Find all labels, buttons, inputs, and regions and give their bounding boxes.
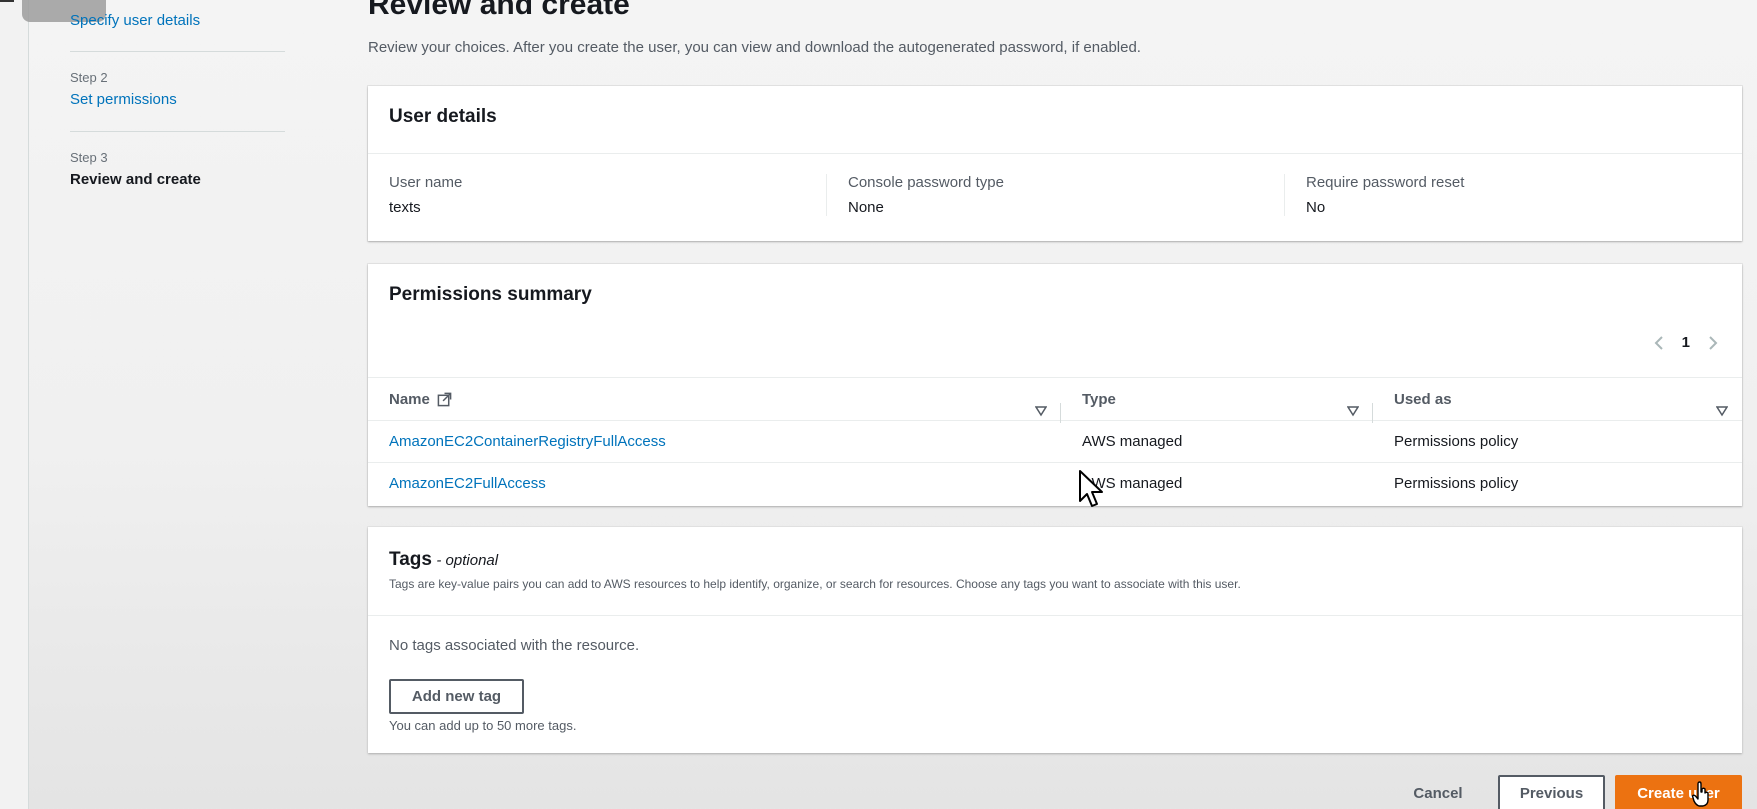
sort-down-icon[interactable] <box>1347 405 1359 417</box>
field-label: Console password type <box>848 174 1004 191</box>
tags-description: Tags are key-value pairs you can add to … <box>389 577 1241 591</box>
tags-header: Tags - optional Tags are key-value pairs… <box>368 527 1742 616</box>
field-label: User name <box>389 174 463 191</box>
tags-empty-message: No tags associated with the resource. <box>389 637 640 654</box>
step-link-specify-user-details[interactable]: Specify user details <box>70 0 285 29</box>
column-header-label: Name <box>389 390 430 408</box>
previous-button[interactable]: Previous <box>1498 775 1605 809</box>
field-console-password-type: Console password type None <box>826 174 1284 216</box>
cancel-button[interactable]: Cancel <box>1388 776 1488 809</box>
sort-down-icon[interactable] <box>1716 405 1728 417</box>
policy-used-as: Permissions policy <box>1394 433 1519 450</box>
mouse-cursor-arrow-icon <box>1079 470 1103 507</box>
external-link-icon <box>437 392 452 406</box>
tags-limit-hint: You can add up to 50 more tags. <box>389 718 577 733</box>
field-user-name: User name texts <box>368 174 826 216</box>
menu-icon[interactable] <box>0 0 14 6</box>
left-rail <box>0 0 29 809</box>
step-2: Step 2 Set permissions <box>70 52 285 132</box>
field-value: No <box>1306 199 1326 216</box>
table-row: AmazonEC2ContainerRegistryFullAccess AWS… <box>368 420 1742 462</box>
page-title: Review and create <box>368 0 630 21</box>
field-value: None <box>848 199 884 216</box>
field-label: Require password reset <box>1306 174 1465 191</box>
chevron-right-icon[interactable] <box>1704 335 1720 351</box>
permissions-summary-header: Permissions summary <box>389 284 592 305</box>
column-header-type[interactable]: Type <box>1061 390 1373 423</box>
step-1: Specify user details <box>70 0 285 52</box>
add-new-tag-button[interactable]: Add new tag <box>389 679 524 714</box>
user-details-fields: User name texts Console password type No… <box>368 154 1742 216</box>
tags-optional-label: - optional <box>436 552 499 569</box>
step-label: Step 3 <box>70 150 108 165</box>
mouse-cursor-hand-icon <box>1691 781 1709 807</box>
column-header-label: Used as <box>1394 390 1452 408</box>
table-row: AmazonEC2FullAccess AWS managed Permissi… <box>368 462 1742 504</box>
user-details-header: User details <box>368 86 1742 154</box>
user-details-card: User details User name texts Console pas… <box>368 86 1742 241</box>
step-current-review-and-create: Review and create <box>70 171 201 188</box>
step-label: Step 2 <box>70 70 108 85</box>
tags-card: Tags - optional Tags are key-value pairs… <box>368 527 1742 753</box>
table-header-row: Name Type Used as <box>368 377 1742 423</box>
page-description: Review your choices. After you create th… <box>368 39 1141 56</box>
chevron-left-icon[interactable] <box>1652 335 1668 351</box>
policy-link[interactable]: AmazonEC2FullAccess <box>389 475 546 492</box>
create-user-button[interactable]: Create user <box>1615 775 1742 809</box>
permissions-table: Name Type Used as AmazonEC2ContainerRegi… <box>368 377 1742 504</box>
column-header-label: Type <box>1082 390 1116 408</box>
sort-down-icon[interactable] <box>1035 405 1047 417</box>
wizard-footer: Cancel Previous Create user <box>1388 775 1742 809</box>
policy-link[interactable]: AmazonEC2ContainerRegistryFullAccess <box>389 433 666 450</box>
column-header-used-as[interactable]: Used as <box>1373 390 1742 416</box>
policy-used-as: Permissions policy <box>1394 475 1519 492</box>
pagination: 1 <box>1652 334 1720 351</box>
permissions-summary-card: Permissions summary 1 Name Type Used as … <box>368 264 1742 506</box>
field-value: texts <box>389 199 421 216</box>
field-require-password-reset: Require password reset No <box>1284 174 1742 216</box>
column-header-name[interactable]: Name <box>368 390 1061 423</box>
policy-type: AWS managed <box>1082 433 1183 450</box>
step-3: Step 3 Review and create <box>70 132 285 188</box>
page-number[interactable]: 1 <box>1682 334 1690 351</box>
step-link-set-permissions[interactable]: Set permissions <box>70 91 285 108</box>
tags-title: Tags <box>389 549 432 570</box>
wizard-steps: Specify user details Step 2 Set permissi… <box>70 0 285 188</box>
